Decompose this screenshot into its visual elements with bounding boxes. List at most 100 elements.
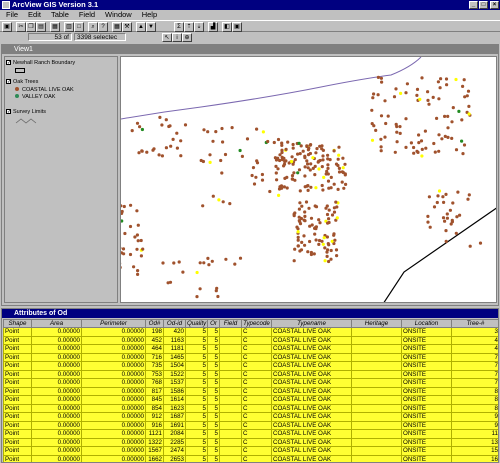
table-cell[interactable]: Point <box>3 420 32 430</box>
table-cell[interactable]: 5 <box>185 369 208 379</box>
table-cell[interactable]: 0.00000 <box>81 403 146 413</box>
table-cell[interactable] <box>351 437 402 447</box>
table-cell[interactable] <box>219 378 242 388</box>
paste-icon[interactable]: ▤ <box>36 22 46 32</box>
table-cell[interactable]: 0.00000 <box>81 429 146 439</box>
table-cell[interactable]: 5 <box>185 378 208 388</box>
table-cell[interactable]: 0.00000 <box>31 420 82 430</box>
table-cell[interactable]: 5 <box>185 454 208 462</box>
table-cell[interactable]: ONSITE <box>401 378 452 388</box>
table-cell[interactable]: 5 <box>207 369 220 379</box>
column-header[interactable]: Perimeter <box>81 319 146 328</box>
table-cell[interactable]: 1163 <box>163 335 186 345</box>
toc-entry-boundary[interactable]: ✓ Newhall Ranch Boundary <box>6 60 75 73</box>
table-cell[interactable]: 0.00000 <box>31 437 82 447</box>
table-cell[interactable]: 0.00000 <box>81 446 146 456</box>
table-cell[interactable]: 5 <box>207 386 220 396</box>
table-cell[interactable]: 0.00000 <box>81 369 146 379</box>
table-cell[interactable]: 5 <box>207 446 220 456</box>
table-cell[interactable] <box>219 446 242 456</box>
table-cell[interactable]: COASTAL LIVE OAK <box>271 454 352 462</box>
chart-icon[interactable]: ▟ <box>208 22 218 32</box>
table-cell[interactable]: COASTAL LIVE OAK <box>271 420 352 430</box>
table-cell[interactable]: 817 <box>145 386 164 396</box>
table-cell[interactable] <box>219 403 242 413</box>
column-header[interactable]: Or <box>207 319 220 328</box>
table-cell[interactable]: 5 <box>207 352 220 362</box>
table-row[interactable]: Point 0.00000 0.00000 845 1614 5 5 C COASTAL LIV… <box>3 395 498 405</box>
table-cell[interactable] <box>219 395 242 405</box>
column-header[interactable]: Tree-# <box>451 319 498 328</box>
table-row[interactable]: Point 0.00000 0.00000 1567 2474 5 5 C COASTAL LI… <box>3 446 498 456</box>
table-cell[interactable]: 0.00000 <box>31 352 82 362</box>
table-cell[interactable]: 845 <box>145 395 164 405</box>
table-cell[interactable]: 8 <box>451 386 498 396</box>
table-cell[interactable]: C <box>241 437 272 447</box>
table-cell[interactable] <box>219 344 242 354</box>
table-cell[interactable]: 0.00000 <box>31 412 82 422</box>
table-cell[interactable]: C <box>241 386 272 396</box>
table-cell[interactable] <box>351 420 402 430</box>
table-cell[interactable]: 5 <box>207 344 220 354</box>
table-cell[interactable]: 5 <box>207 395 220 405</box>
table-cell[interactable]: 5 <box>185 403 208 413</box>
table-cell[interactable] <box>351 352 402 362</box>
table-cell[interactable]: C <box>241 446 272 456</box>
table-cell[interactable]: COASTAL LIVE OAK <box>271 352 352 362</box>
minimize-button[interactable]: _ <box>469 1 478 9</box>
table-row[interactable]: Point 0.00000 0.00000 916 1691 5 5 C COASTAL LIV… <box>3 420 498 430</box>
table-cell[interactable]: 0.00000 <box>81 378 146 388</box>
table-cell[interactable]: 11 <box>451 429 498 439</box>
table-cell[interactable]: COASTAL LIVE OAK <box>271 386 352 396</box>
table-cell[interactable]: 2474 <box>163 446 186 456</box>
table-cell[interactable]: 5 <box>207 429 220 439</box>
table-cell[interactable]: Point <box>3 395 32 405</box>
table-cell[interactable]: 5 <box>185 412 208 422</box>
table-cell[interactable]: 0.00000 <box>81 327 146 337</box>
table-cell[interactable]: 912 <box>145 412 164 422</box>
table-cell[interactable] <box>351 386 402 396</box>
table-row[interactable]: Point 0.00000 0.00000 1121 2084 5 5 C COASTAL LI… <box>3 429 498 439</box>
pointer-tool-icon[interactable]: ↖ <box>162 33 172 42</box>
table-cell[interactable]: C <box>241 335 272 345</box>
table-cell[interactable]: 753 <box>145 369 164 379</box>
table-cell[interactable]: 5 <box>185 429 208 439</box>
table-cell[interactable]: 7 <box>451 369 498 379</box>
table-cell[interactable]: COASTAL LIVE OAK <box>271 361 352 371</box>
table-cell[interactable]: ONSITE <box>401 420 452 430</box>
table-row[interactable]: Point 0.00000 0.00000 753 1522 5 5 C COASTAL LIV… <box>3 369 498 379</box>
select-all-icon[interactable]: ▥ <box>64 22 74 32</box>
table-cell[interactable] <box>351 454 402 462</box>
table-cell[interactable]: 0.00000 <box>31 361 82 371</box>
table-cell[interactable]: COASTAL LIVE OAK <box>271 395 352 405</box>
table-cell[interactable]: 7 <box>451 352 498 362</box>
column-header[interactable]: Location <box>401 319 452 328</box>
info-tool-icon[interactable]: i <box>172 33 182 42</box>
table-cell[interactable]: 5 <box>207 327 220 337</box>
refresh-icon[interactable]: ▦ <box>50 22 60 32</box>
table-row[interactable]: Point 0.00000 0.00000 735 1504 5 5 C COASTAL LIV… <box>3 361 498 371</box>
table-cell[interactable]: COASTAL LIVE OAK <box>271 369 352 379</box>
maximize-button[interactable]: □ <box>479 1 488 9</box>
column-header[interactable]: Shape <box>3 319 32 328</box>
close-button[interactable]: × <box>490 1 499 9</box>
table-cell[interactable] <box>351 361 402 371</box>
table-cell[interactable]: Point <box>3 369 32 379</box>
table-cell[interactable]: C <box>241 429 272 439</box>
copy-icon[interactable]: ❐ <box>26 22 36 32</box>
hammer-icon[interactable]: ⚒ <box>122 22 132 32</box>
table-row[interactable]: Point 0.00000 0.00000 464 1181 5 5 C COASTAL LIV… <box>3 344 498 354</box>
table-cell[interactable]: 0.00000 <box>81 352 146 362</box>
table-cell[interactable]: 5 <box>185 437 208 447</box>
table-cell[interactable]: Point <box>3 429 32 439</box>
table-cell[interactable]: 0.00000 <box>81 437 146 447</box>
table-cell[interactable]: C <box>241 412 272 422</box>
table-cell[interactable] <box>219 420 242 430</box>
attributes-table[interactable]: Shape Area Perimeter Od# Od-id Quality Or Field… <box>3 319 498 462</box>
table-cell[interactable]: 0.00000 <box>31 335 82 345</box>
toc-entry-oak-trees[interactable]: ✓ Oak Trees COASTAL LIVE OAK VALLEY OAK <box>6 79 74 100</box>
menu-help[interactable]: Help <box>142 10 157 19</box>
table-cell[interactable]: 198 <box>145 327 164 337</box>
column-header[interactable]: Od-id <box>163 319 186 328</box>
table-cell[interactable] <box>351 403 402 413</box>
